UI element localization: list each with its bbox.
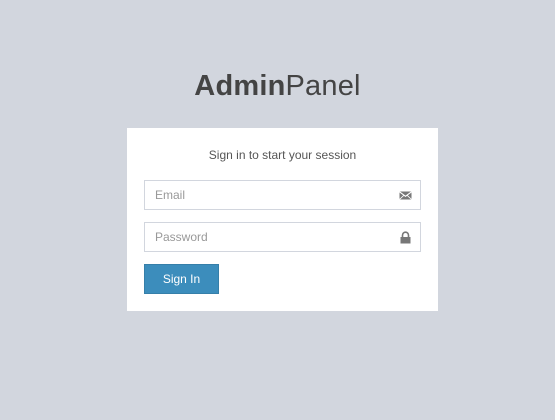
app-logo[interactable]: AdminPanel (0, 70, 555, 102)
login-box-message: Sign in to start your session (208, 148, 357, 162)
password-input[interactable] (145, 223, 420, 251)
lock-icon (400, 231, 411, 244)
sign-in-button[interactable]: Sign In (144, 264, 219, 294)
email-field-group (144, 180, 421, 210)
logo-bold-text: Admin (194, 70, 286, 102)
email-input[interactable] (145, 181, 420, 209)
logo-light-text: Panel (285, 70, 361, 102)
login-box: Sign in to start your session Sign In (127, 128, 438, 311)
password-field-group (144, 222, 421, 252)
envelope-icon (399, 191, 412, 200)
